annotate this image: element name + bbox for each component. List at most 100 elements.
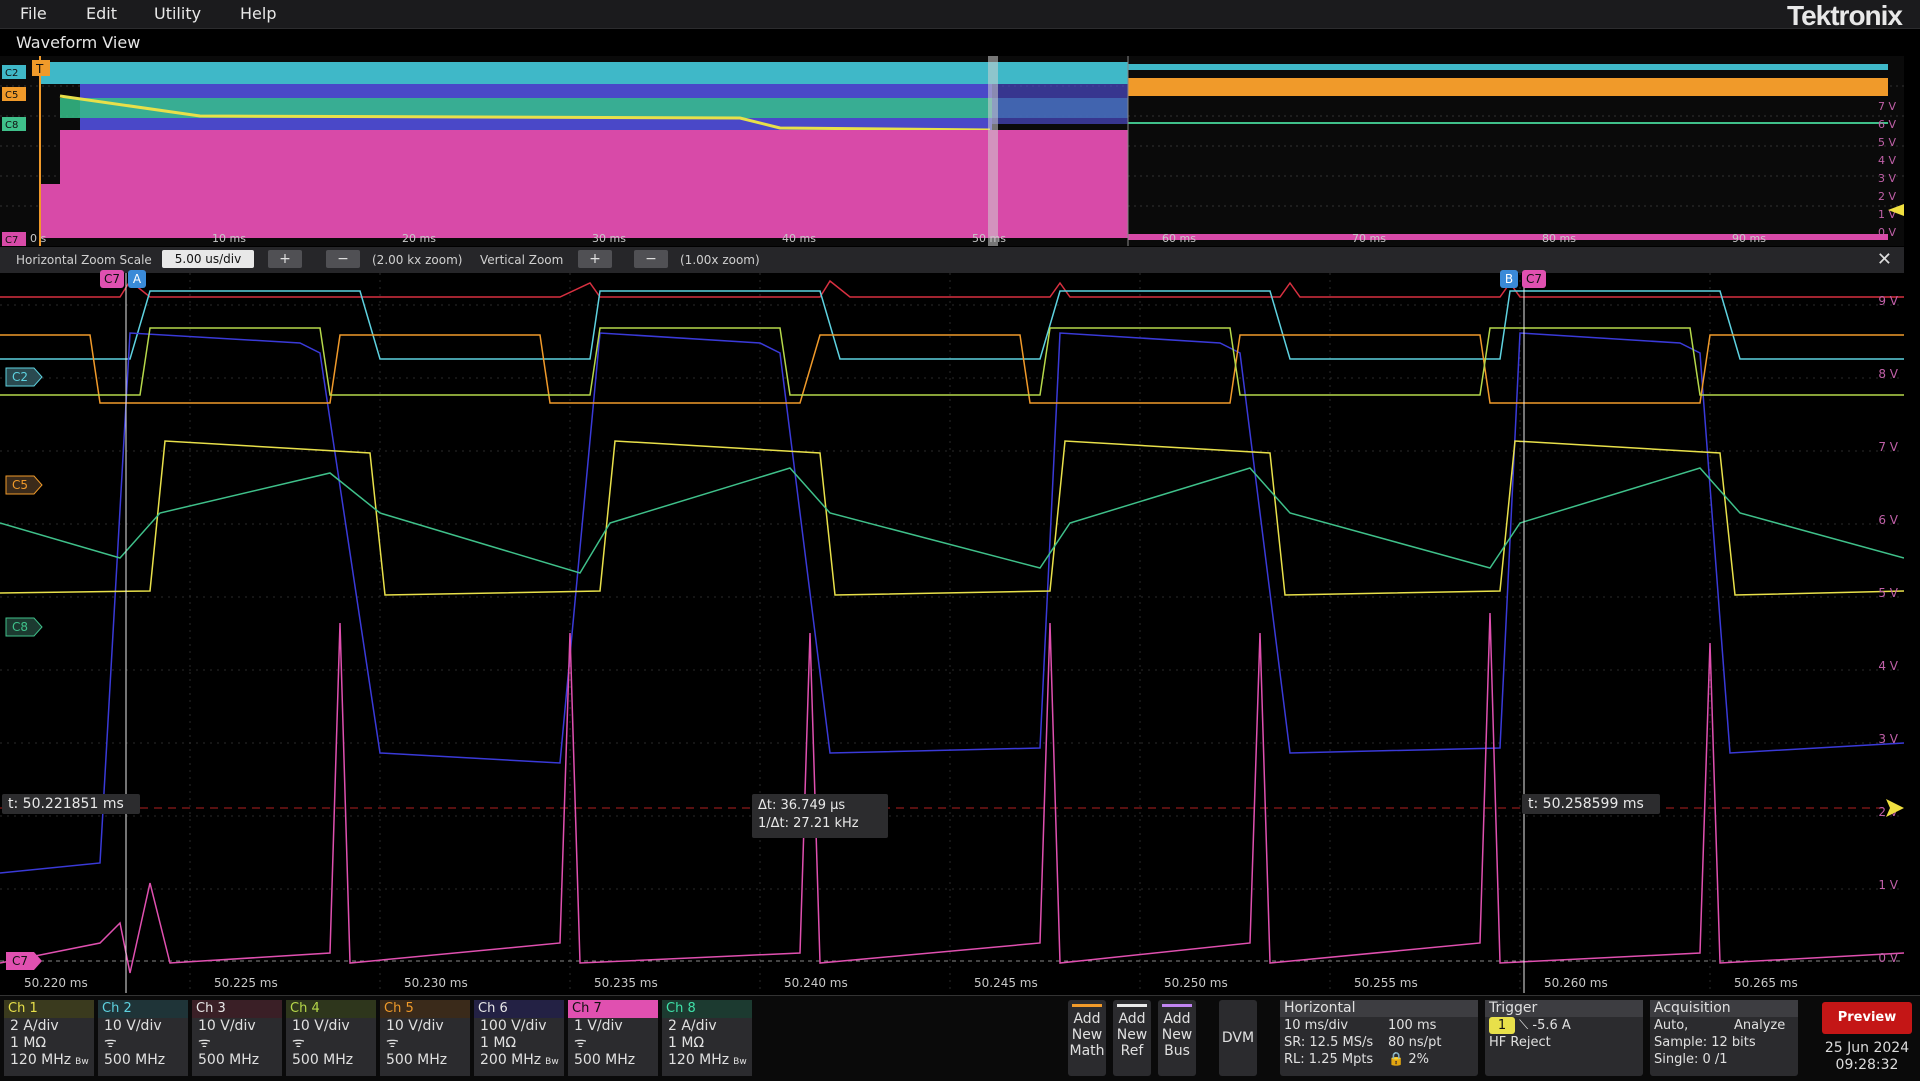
svg-text:6 V: 6 V [1878, 513, 1898, 527]
channel-badge-1[interactable]: Ch 12 A/div 1 MΩ 120 MHz Bw [4, 1000, 94, 1076]
channel-name: Ch 3 [192, 1000, 282, 1018]
channel-bandwidth: 500 MHz [386, 1052, 448, 1068]
vertical-zoom-in-button[interactable]: + [578, 250, 612, 268]
channel-scale: 10 V/div [198, 1018, 256, 1034]
svg-text:C8: C8 [12, 620, 28, 634]
horizontal-zoom-out-button[interactable]: − [326, 250, 360, 268]
horizontal-zoom-in-button[interactable]: + [268, 250, 302, 268]
svg-text:C7: C7 [12, 954, 28, 968]
channel-badge-4[interactable]: Ch 4 10 V/div ᯤ 500 MHz [286, 1000, 376, 1076]
svg-text:50 ms: 50 ms [972, 232, 1006, 245]
cursor-b-label[interactable]: B [1500, 270, 1518, 288]
menu-help[interactable]: Help [240, 4, 276, 23]
channel-scale: 2 A/div [668, 1018, 717, 1034]
channel-badge-6[interactable]: Ch 6 100 V/div 1 MΩ 200 MHz Bw [474, 1000, 564, 1076]
channel-coupling: ᯤ [292, 1035, 305, 1051]
add-new-math-button[interactable]: Add New Math [1068, 1000, 1106, 1076]
preview-button[interactable]: Preview [1822, 1002, 1912, 1034]
acquisition-panel[interactable]: Acquisition Auto, Analyze Sample: 12 bits… [1650, 1000, 1798, 1076]
add-new-ref-button[interactable]: Add New Ref [1113, 1000, 1151, 1076]
bandwidth-limit-icon: Bw [733, 1057, 747, 1067]
svg-text:2 V: 2 V [1878, 190, 1896, 203]
time: 09:28:32 [1835, 1057, 1899, 1073]
menu-file[interactable]: File [20, 4, 47, 23]
svg-text:90 ms: 90 ms [1732, 232, 1766, 245]
dvm-button[interactable]: DVM [1219, 1000, 1257, 1076]
channel-coupling: 1 MΩ [668, 1035, 705, 1051]
channel-badge-5[interactable]: Ch 5 10 V/div ᯤ 500 MHz [380, 1000, 470, 1076]
date: 25 Jun 2024 [1824, 1040, 1910, 1056]
channel-name: Ch 7 [568, 1000, 658, 1018]
falling-edge-icon: ⟍ [1519, 1018, 1529, 1033]
svg-text:3 V: 3 V [1878, 732, 1898, 746]
channel-badge-7[interactable]: Ch 71 V/div ᯤ 500 MHz [568, 1000, 658, 1076]
x-tick-label: 50.230 ms [404, 976, 468, 990]
time-per-point: 80 ns/pt [1388, 1035, 1442, 1050]
trigger-source: 1 [1489, 1017, 1515, 1034]
menu-edit[interactable]: Edit [86, 4, 117, 23]
channel-name: Ch 2 [98, 1000, 188, 1018]
channel-coupling: 1 MΩ [10, 1035, 47, 1051]
svg-text:4 V: 4 V [1878, 659, 1898, 673]
channel-badge-3[interactable]: Ch 3 10 V/div ᯤ 500 MHz [192, 1000, 282, 1076]
trigger-mode: HF Reject [1489, 1035, 1551, 1050]
channel-badge-8[interactable]: Ch 82 A/div 1 MΩ 120 MHz Bw [662, 1000, 752, 1076]
brand-logo: Tektronix [1787, 0, 1903, 31]
svg-text:7 V: 7 V [1878, 440, 1898, 454]
svg-text:C5: C5 [5, 90, 18, 101]
channel-name: Ch 6 [474, 1000, 564, 1018]
svg-text:40 ms: 40 ms [782, 232, 816, 245]
channel-coupling: ᯤ [198, 1035, 211, 1051]
channel-coupling: ᯤ [386, 1035, 399, 1051]
add-bus-l3: Bus [1164, 1043, 1190, 1059]
svg-text:10 ms: 10 ms [212, 232, 246, 245]
cursor-b-channel-tag: C7 [1522, 270, 1546, 288]
acquisition-analyze: Analyze [1734, 1018, 1786, 1033]
cursor-a-channel-tag: C7 [100, 270, 124, 288]
channel-scale: 100 V/div [480, 1018, 547, 1034]
add-new-bus-button[interactable]: Add New Bus [1158, 1000, 1196, 1076]
delta-t-value: Δt: 36.749 µs [758, 798, 846, 813]
horizontal-zoom-factor: (2.00 kx zoom) [372, 253, 463, 267]
add-ref-l1: Add [1118, 1011, 1146, 1027]
channel-bandwidth: 500 MHz [104, 1052, 166, 1068]
x-tick-label: 50.260 ms [1544, 976, 1608, 990]
add-ref-l2: New [1116, 1027, 1148, 1043]
trigger-panel[interactable]: Trigger 1 ⟍ -5.6 A HF Reject [1485, 1000, 1643, 1076]
vertical-zoom-factor: (1.00x zoom) [680, 253, 760, 267]
add-ref-l3: Ref [1120, 1043, 1144, 1059]
horizontal-zoom-scale-field[interactable]: 5.00 us/div [162, 250, 254, 268]
channel-scale: 2 A/div [10, 1018, 59, 1034]
overview-trigger-marker: T [35, 62, 44, 76]
vertical-zoom-label: Vertical Zoom [480, 253, 564, 267]
horizontal-panel[interactable]: Horizontal 10 ms/div 100 ms SR: 12.5 MS/s… [1280, 1000, 1478, 1076]
trigger-title: Trigger [1485, 1000, 1643, 1017]
zoom-waveform-plot[interactable]: 9 V8 V7 V 6 V5 V4 V 3 V2 V1 V 0 V C2 C5 … [0, 273, 1904, 993]
channel-coupling: 1 MΩ [480, 1035, 517, 1051]
overview-plot[interactable]: T C2 C5 C8 C7 0 s 10 ms 20 ms 30 ms 40 ms 50… [0, 56, 1904, 246]
svg-text:0 V: 0 V [1878, 951, 1898, 965]
menu-bar: File Edit Utility Help Tektronix [0, 0, 1920, 31]
menu-utility[interactable]: Utility [154, 4, 201, 23]
svg-text:3 V: 3 V [1878, 172, 1896, 185]
channel-badge-2[interactable]: Ch 2 10 V/div ᯤ 500 MHz [98, 1000, 188, 1076]
close-zoom-icon[interactable]: ✕ [1877, 249, 1892, 270]
inv-delta-t-value: 1/Δt: 27.21 kHz [758, 816, 859, 831]
x-tick-label: 50.220 ms [24, 976, 88, 990]
cursor-a-label[interactable]: A [128, 270, 146, 288]
bandwidth-limit-icon: Bw [75, 1057, 89, 1067]
channel-bandwidth: 500 MHz [292, 1052, 354, 1068]
add-math-l1: Add [1073, 1011, 1101, 1027]
acquisition-title: Acquisition [1650, 1000, 1798, 1017]
x-tick-label: 50.245 ms [974, 976, 1038, 990]
vertical-zoom-out-button[interactable]: − [634, 250, 668, 268]
svg-text:C8: C8 [5, 120, 18, 131]
channel-scale: 10 V/div [104, 1018, 162, 1034]
settings-bar: Ch 12 A/div 1 MΩ 120 MHz Bw Ch 2 10 V/div ᯤ 500… [0, 995, 1920, 1081]
horizontal-zoom-label: Horizontal Zoom Scale [16, 253, 152, 267]
zoom-bar: Horizontal Zoom Scale 5.00 us/div + − (2… [0, 247, 1904, 273]
svg-text:5 V: 5 V [1878, 136, 1896, 149]
svg-text:20 ms: 20 ms [402, 232, 436, 245]
channel-name: Ch 4 [286, 1000, 376, 1018]
channel-bandwidth: 120 MHz [10, 1052, 72, 1068]
